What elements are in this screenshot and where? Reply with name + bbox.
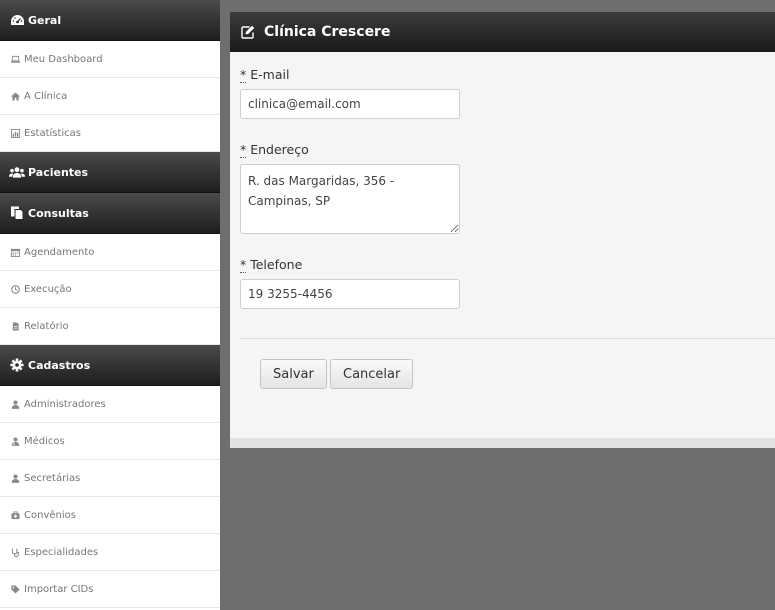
edit-clinic-panel: Clínica Crescere * E-mail * Endereço R. … — [230, 12, 775, 448]
address-textarea[interactable]: R. das Margaridas, 356 - Campinas, SP — [240, 164, 460, 234]
sidebar-item-estatisticas[interactable]: Estatísticas — [0, 115, 220, 152]
user-md-icon — [10, 436, 21, 447]
sidebar-item-label: Importar CIDs — [24, 583, 94, 595]
cancel-button[interactable]: Cancelar — [330, 359, 414, 389]
address-label-text: Endereço — [250, 142, 309, 157]
sidebar-item-label: Relatório — [24, 320, 69, 332]
required-marker: * — [240, 67, 247, 83]
clock-icon — [10, 284, 21, 295]
sidebar-section-pacientes[interactable]: Pacientes — [0, 152, 220, 193]
required-marker: * — [240, 142, 247, 158]
phone-field[interactable] — [240, 279, 460, 309]
medkit-icon — [10, 510, 21, 521]
sidebar-item-label: Execução — [24, 283, 72, 295]
phone-group: * Telefone — [240, 257, 460, 309]
sidebar-item-especialidades[interactable]: Especialidades — [0, 534, 220, 571]
files-icon — [9, 205, 25, 221]
email-label: * E-mail — [240, 67, 460, 83]
form-divider — [240, 338, 775, 339]
sidebar-item-medicos[interactable]: Médicos — [0, 423, 220, 460]
tag-icon — [10, 584, 21, 595]
email-field[interactable] — [240, 89, 460, 119]
sidebar-item-label: Convênios — [24, 509, 76, 521]
sidebar-section-consultas[interactable]: Consultas — [0, 193, 220, 234]
calendar-icon — [10, 247, 21, 258]
sidebar-item-agendamento[interactable]: Agendamento — [0, 234, 220, 271]
file-icon — [10, 321, 21, 332]
panel-header: Clínica Crescere — [230, 12, 775, 52]
sidebar-section-label: Pacientes — [28, 165, 89, 179]
required-marker: * — [240, 257, 247, 273]
sidebar-section-geral[interactable]: Geral — [0, 0, 220, 41]
sidebar-section-label: Geral — [28, 13, 62, 27]
laptop-icon — [10, 54, 21, 65]
sidebar-item-label: Meu Dashboard — [24, 53, 103, 65]
sidebar-item-label: Médicos — [24, 435, 65, 447]
user-icon — [10, 473, 21, 484]
panel-footer — [230, 438, 775, 448]
sidebar-item-secretarias[interactable]: Secretárias — [0, 460, 220, 497]
email-group: * E-mail — [240, 67, 460, 119]
sidebar-item-execucao[interactable]: Execução — [0, 271, 220, 308]
clinic-form: * E-mail * Endereço R. das Margaridas, 3… — [230, 52, 775, 438]
address-group: * Endereço R. das Margaridas, 356 - Camp… — [240, 142, 460, 234]
sidebar-section-label: Consultas — [28, 206, 89, 220]
sidebar-item-label: A Clínica — [24, 90, 68, 102]
dashboard-icon — [9, 12, 25, 28]
email-label-text: E-mail — [250, 67, 290, 82]
sidebar-item-label: Estatísticas — [24, 127, 82, 139]
sidebar-item-relatorio[interactable]: Relatório — [0, 308, 220, 345]
sidebar: Geral Meu Dashboard A Clínica Estatístic… — [0, 0, 220, 610]
phone-label-text: Telefone — [250, 257, 303, 272]
sidebar-item-administradores[interactable]: Administradores — [0, 386, 220, 423]
sidebar-item-meu-dashboard[interactable]: Meu Dashboard — [0, 41, 220, 78]
sidebar-item-label: Agendamento — [24, 246, 95, 258]
stethoscope-icon — [10, 547, 21, 558]
phone-label: * Telefone — [240, 257, 460, 273]
address-label: * Endereço — [240, 142, 460, 158]
sidebar-item-convenios[interactable]: Convênios — [0, 497, 220, 534]
users-group-icon — [9, 164, 25, 180]
save-button[interactable]: Salvar — [260, 359, 327, 389]
sidebar-item-importar-cids[interactable]: Importar CIDs — [0, 571, 220, 608]
bar-chart-icon — [10, 128, 21, 139]
sidebar-item-label: Secretárias — [24, 472, 81, 484]
user-icon — [10, 399, 21, 410]
edit-icon — [241, 25, 255, 39]
sidebar-section-label: Cadastros — [28, 358, 91, 372]
sidebar-item-a-clinica[interactable]: A Clínica — [0, 78, 220, 115]
sidebar-item-label: Administradores — [24, 398, 106, 410]
page-title: Clínica Crescere — [264, 24, 391, 40]
sidebar-section-cadastros[interactable]: Cadastros — [0, 345, 220, 386]
gear-icon — [9, 357, 25, 373]
home-icon — [10, 91, 21, 102]
sidebar-item-label: Especialidades — [24, 546, 99, 558]
